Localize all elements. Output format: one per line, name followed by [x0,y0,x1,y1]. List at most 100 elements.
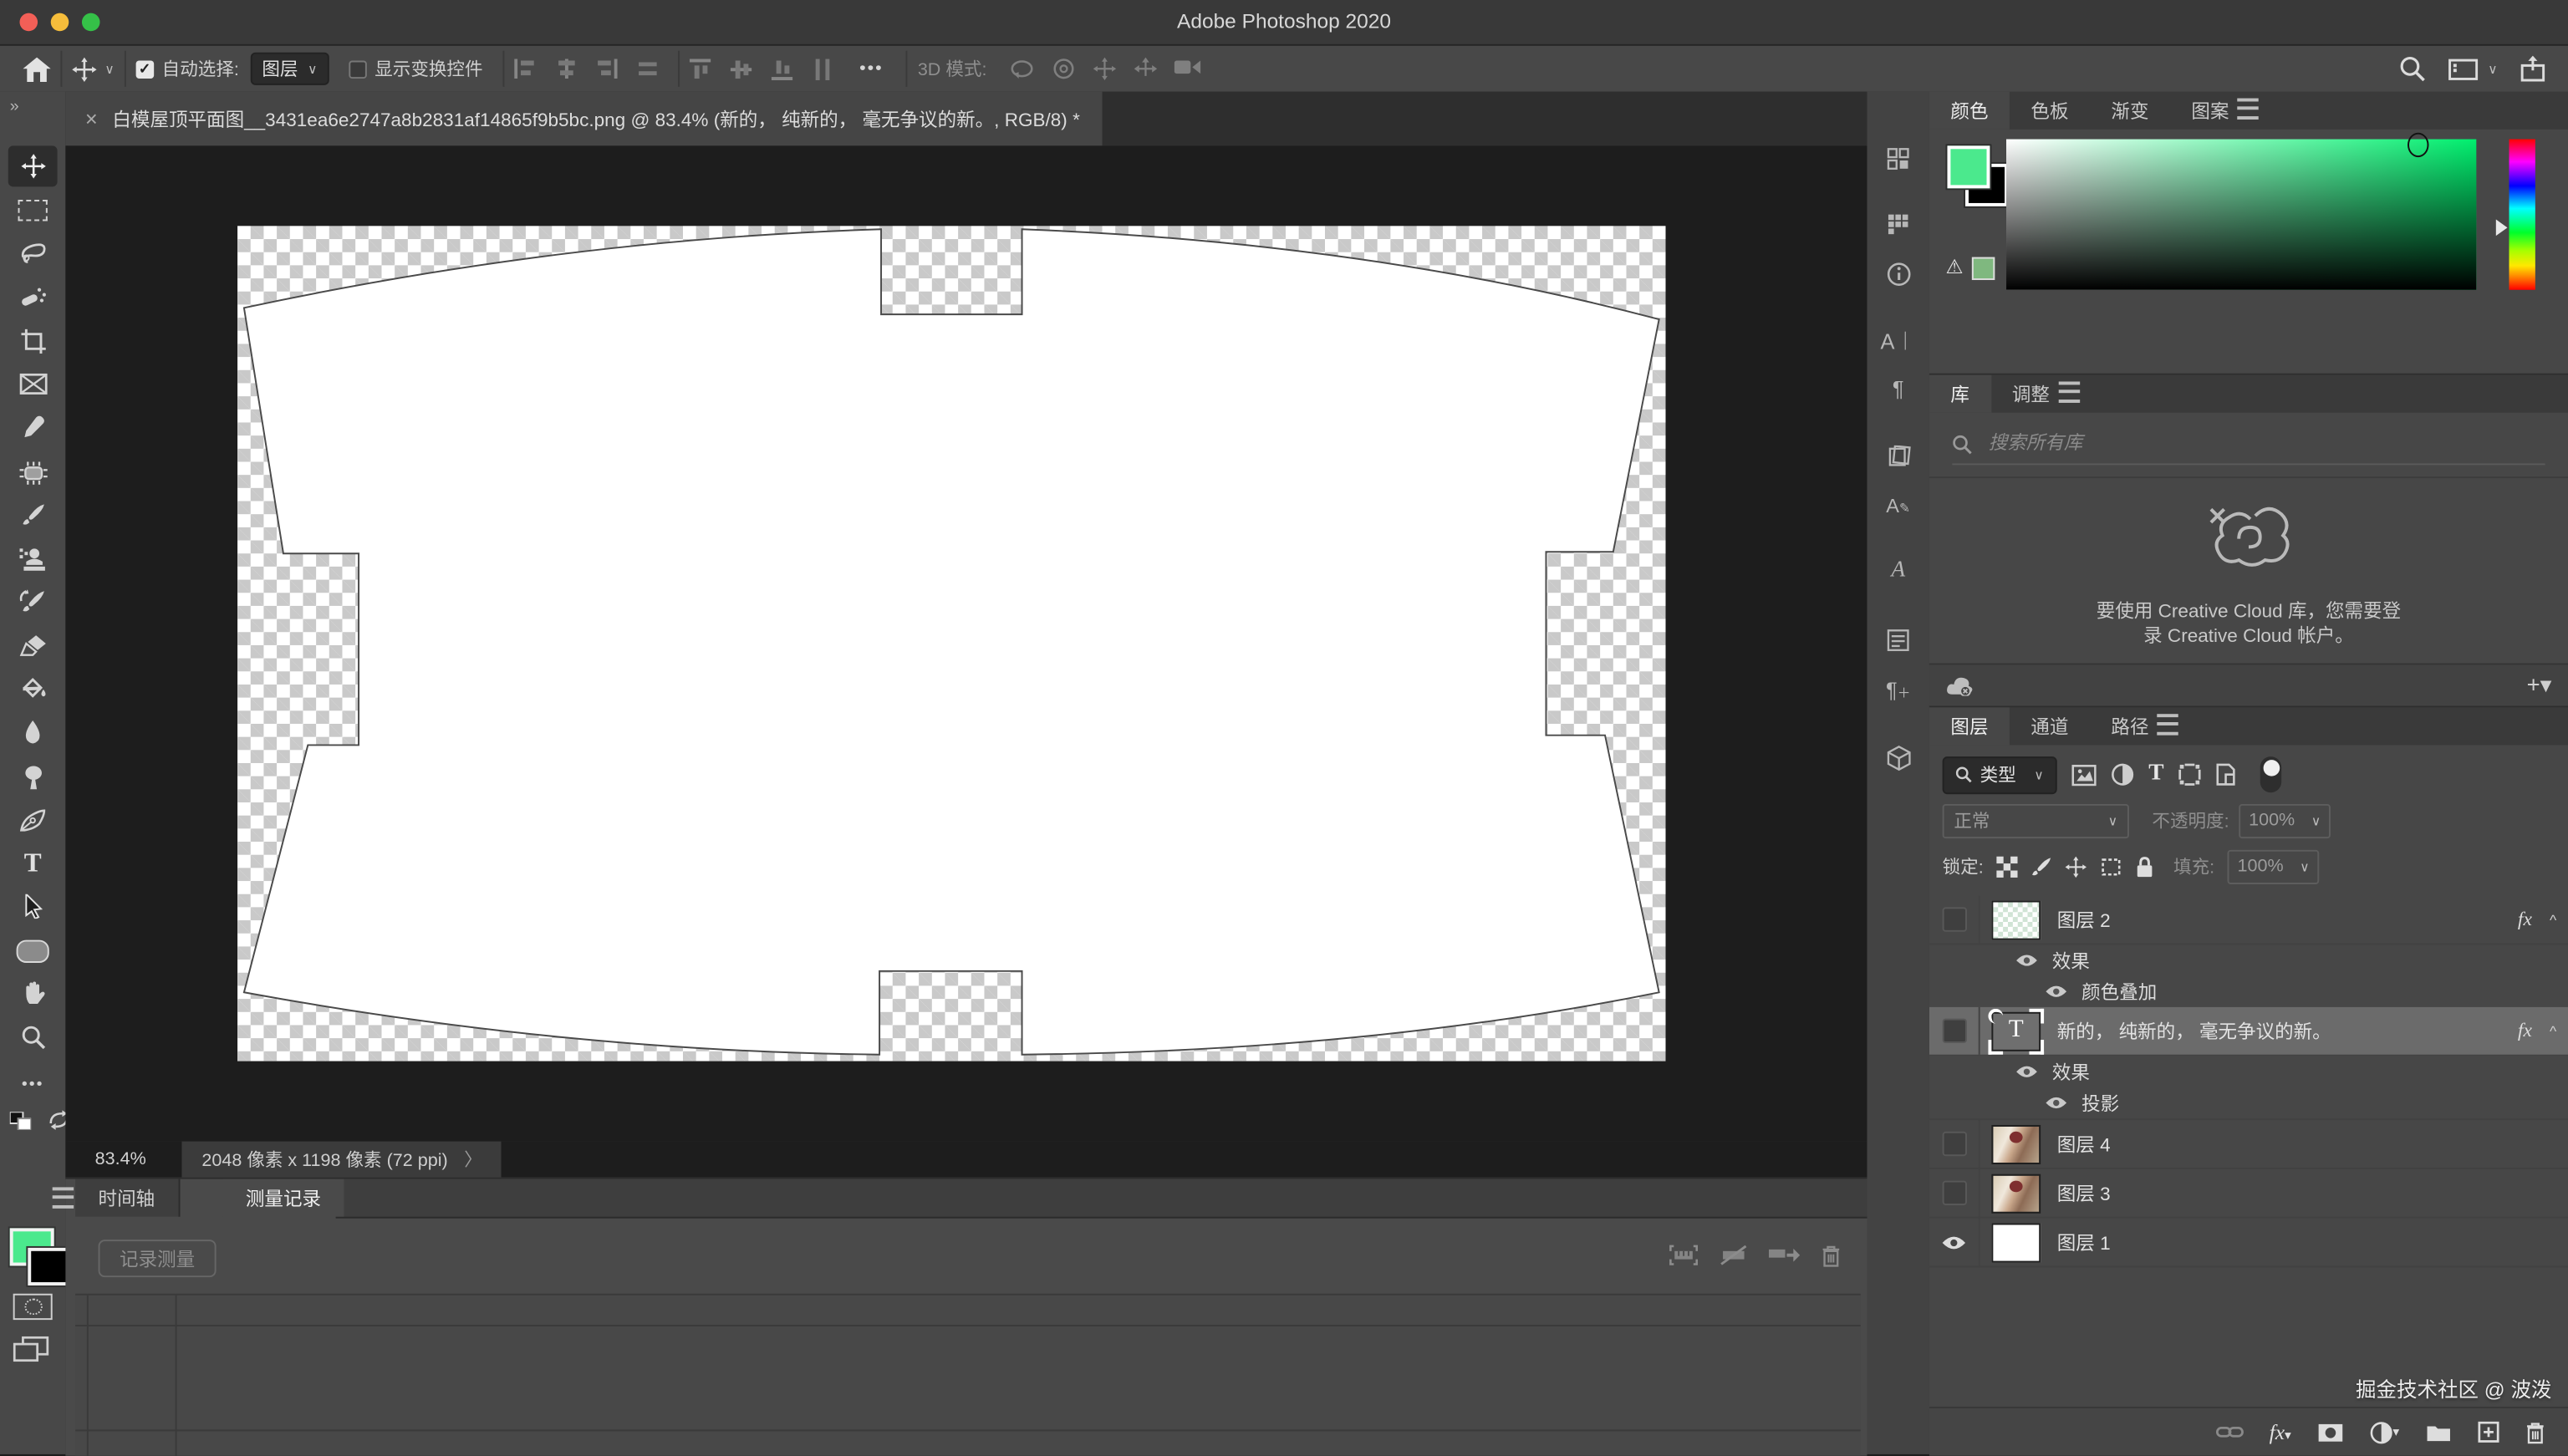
visibility-toggle[interactable] [1929,1120,1980,1168]
measurement-log-table[interactable] [75,1294,1861,1456]
lock-pixels-brush-icon[interactable] [2031,856,2052,877]
layer-thumbnail-white[interactable] [1991,1223,2041,1262]
lock-position-icon[interactable] [2066,856,2086,877]
distribute-v-icon[interactable] [812,59,833,79]
tool-pen[interactable] [8,799,58,840]
color-picker-ring[interactable] [2408,133,2428,157]
tool-paint-bucket[interactable] [8,668,58,709]
panel-menu-icon[interactable] [53,1187,74,1208]
tool-rect-marquee[interactable] [8,190,58,231]
share-icon[interactable] [2520,56,2545,82]
canvas-area[interactable] [65,145,1867,1141]
layer-thumbnail-photo[interactable] [1991,1124,2041,1163]
blend-mode-dropdown[interactable]: 正常 ∨ [1943,803,2129,837]
tool-hand[interactable] [8,973,58,1014]
saturation-value-field[interactable] [2006,140,2476,290]
foreground-color-swatch[interactable] [1947,145,1990,188]
panel-menu-icon[interactable] [2237,99,2258,120]
layer-row[interactable]: 图层 1 [1929,1219,2568,1268]
edit-toolbar-button[interactable]: ••• [8,1064,58,1105]
collections-panel-button[interactable] [1867,138,1929,181]
filter-shape-layers-icon[interactable] [2178,763,2201,786]
hue-slider[interactable] [2509,140,2535,290]
tool-healing[interactable] [8,452,58,493]
layer-row[interactable]: 图层 2 fx ^ [1929,896,2568,945]
visibility-toggle[interactable] [1929,1219,1980,1266]
tab-channels[interactable]: 通道 [2010,707,2090,745]
record-measurements-button[interactable]: 记录测量 [99,1240,217,1277]
history-panel-button[interactable] [1867,435,1929,478]
link-layers-icon[interactable] [2215,1425,2243,1440]
fx-badge[interactable]: fx [2518,907,2532,931]
paragraph-styles-panel-button[interactable]: ¶＋ [1867,668,1929,710]
visibility-toggle[interactable] [1929,1007,1980,1055]
effects-group-row[interactable]: 效果 [1929,944,2568,975]
tool-move[interactable] [8,145,58,186]
add-layer-style-button[interactable]: fx▾ [2270,1419,2291,1445]
3d-orbit-icon[interactable] [1008,58,1034,80]
fx-badge[interactable]: fx [2518,1019,2532,1043]
tool-zoom[interactable] [8,1017,58,1058]
lock-transparent-icon[interactable] [1996,856,2017,877]
tab-gradients[interactable]: 渐变 [2090,92,2170,130]
filter-toggle-switch[interactable] [2260,756,2281,792]
layer-filter-type-dropdown[interactable]: 类型 ∨ [1943,756,2057,793]
layer-row[interactable]: 图层 4 [1929,1120,2568,1169]
export-measurements-icon[interactable] [1769,1245,1800,1265]
layer-row[interactable]: 图层 3 [1929,1169,2568,1219]
layer-name[interactable]: 新的， 纯新的， 毫无争议的新。 [2057,1018,2331,1044]
tool-magic-wand[interactable] [8,277,58,318]
tab-swatches[interactable]: 色板 [2010,92,2090,130]
3d-camera-icon[interactable] [1174,58,1201,78]
filter-smart-objects-icon[interactable] [2216,763,2236,786]
align-bottom-icon[interactable] [771,59,792,79]
tab-layers[interactable]: 图层 [1929,707,2010,745]
gamut-warning-icon[interactable]: ⚠ [1946,256,1964,278]
delete-layer-icon[interactable] [2525,1421,2545,1443]
layer-name[interactable]: 图层 3 [2057,1180,2111,1206]
eye-icon[interactable] [2015,953,2039,968]
layer-name[interactable]: 图层 4 [2057,1131,2111,1157]
new-group-icon[interactable] [2426,1422,2452,1443]
document-tab[interactable]: × 白模屋顶平面图__3431ea6e2747a8b2831af14865f9b… [65,92,1103,146]
cloud-offline-icon[interactable] [1946,675,1974,695]
filter-pixel-layers-icon[interactable] [2071,764,2096,785]
3d-slide-icon[interactable] [1133,58,1157,80]
align-right-icon[interactable] [596,59,617,79]
distribute-h-icon[interactable] [637,59,658,79]
deselect-measurement-icon[interactable] [1720,1245,1747,1265]
tool-clone-stamp[interactable] [8,539,58,580]
fill-input[interactable]: 100% ∨ [2228,849,2320,883]
properties-panel-button[interactable] [1867,619,1929,662]
panel-menu-icon[interactable] [2058,381,2079,402]
layer-thumbnail-text[interactable]: T [1991,1011,2041,1051]
tool-shape[interactable] [8,930,58,971]
layer-thumbnail-transparent[interactable] [1991,900,2041,939]
tab-measurement-log[interactable]: 测量记录 [222,1179,344,1217]
tool-eyedropper[interactable] [8,408,58,449]
effect-row[interactable]: 投影 [1929,1087,2568,1120]
tool-crop[interactable] [8,321,58,362]
3d-roll-icon[interactable] [1051,58,1075,80]
panel-menu-icon[interactable] [2157,714,2178,735]
eye-icon[interactable] [2044,984,2068,999]
character-panel-button[interactable]: A︱ [1867,318,1929,360]
document-size-box[interactable]: 2048 像素 x 1198 像素 (72 ppi) 〉 [182,1142,502,1178]
lock-all-icon[interactable] [2136,856,2154,877]
eye-icon[interactable] [2044,1096,2068,1111]
swatch-grid-panel-button[interactable] [1867,203,1929,246]
tool-brush[interactable] [8,495,58,536]
3d-pan-icon[interactable] [1092,58,1116,80]
visibility-toggle[interactable] [1929,1169,1980,1217]
add-layer-mask-icon[interactable] [2317,1423,2343,1443]
search-icon[interactable] [2400,56,2426,82]
lock-artboard-icon[interactable] [2100,856,2122,877]
trash-icon[interactable] [1822,1245,1842,1267]
tool-type[interactable]: T [8,843,58,884]
layer-name[interactable]: 图层 1 [2057,1229,2111,1255]
document-checkerboard[interactable] [237,226,1665,1061]
info-panel-button[interactable] [1867,252,1929,295]
tool-frame[interactable] [8,364,58,405]
collapse-effects-icon[interactable]: ^ [2550,911,2556,928]
tab-color[interactable]: 颜色 [1929,92,2010,130]
